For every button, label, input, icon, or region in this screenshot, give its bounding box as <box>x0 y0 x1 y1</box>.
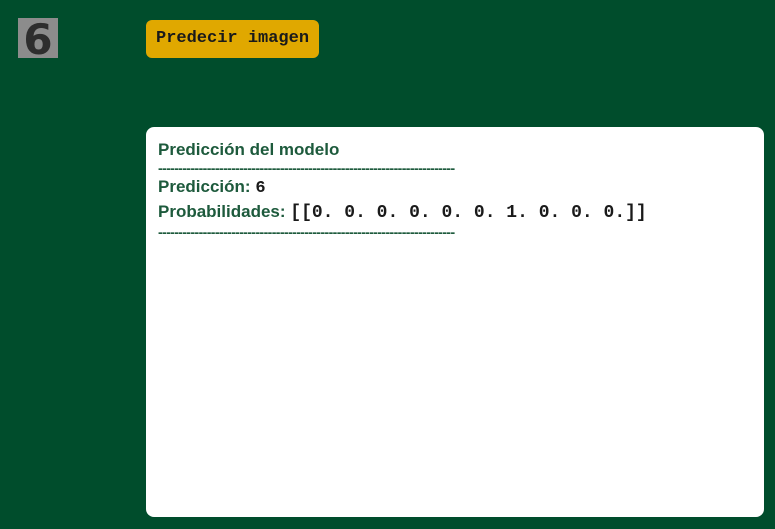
probabilities-row: Probabilidades: [[0. 0. 0. 0. 0. 0. 1. 0… <box>158 200 752 225</box>
prediction-label: Predicción: <box>158 177 251 196</box>
result-divider-top: ----------------------------------------… <box>158 161 455 175</box>
prediction-result-panel: Predicción del modelo ------------------… <box>146 127 764 517</box>
digit-image-glyph: 6 <box>23 18 52 58</box>
predict-image-button[interactable]: Predecir imagen <box>146 20 320 58</box>
probabilities-value: [[0. 0. 0. 0. 0. 0. 1. 0. 0. 0.]] <box>290 203 647 223</box>
result-title: Predicción del modelo <box>158 140 340 159</box>
prediction-value: 6 <box>255 179 266 198</box>
result-divider-bottom: ----------------------------------------… <box>158 225 455 239</box>
digit-image-thumbnail: 6 <box>18 18 58 58</box>
probabilities-label: Probabilidades: <box>158 202 286 221</box>
prediction-row: Predicción: 6 <box>158 175 752 200</box>
